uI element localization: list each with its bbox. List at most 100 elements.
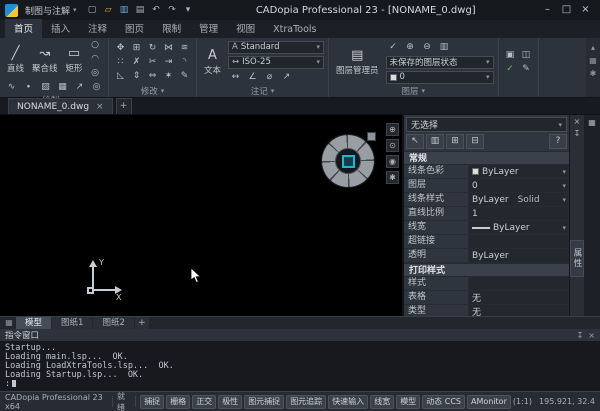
angular-dimension-icon[interactable]: ∠ <box>245 71 260 84</box>
move-tool-icon[interactable]: ✥ <box>113 42 128 55</box>
text-tool-button[interactable]: A 文本 <box>201 48 224 76</box>
check-icon[interactable]: ✓ <box>503 63 518 76</box>
toggle-amonitor[interactable]: AMonitor <box>467 395 511 409</box>
layer-dropdown[interactable]: 0 ▾ <box>468 179 569 192</box>
layer-state-dropdown[interactable]: 未保存的图层状态 ▾ <box>386 56 494 69</box>
pin-icon[interactable]: ↧ <box>574 130 581 138</box>
lineweight-dropdown[interactable]: ByLayer ▾ <box>468 221 569 234</box>
toggle-grid[interactable]: 栅格 <box>166 395 190 409</box>
fillet-tool-icon[interactable]: ◝ <box>177 56 192 69</box>
add-layout-button[interactable]: + <box>135 317 149 329</box>
remove-selection-button[interactable]: ⊟ <box>466 134 484 149</box>
ribbon-tab-view[interactable]: 视图 <box>227 19 264 38</box>
layout-menu-icon[interactable]: ▦ <box>3 317 15 329</box>
transparency-field[interactable]: ByLayer <box>468 249 569 262</box>
circle-tool-icon[interactable]: ○ <box>88 39 103 52</box>
explode-tool-icon[interactable]: ✶ <box>161 70 176 83</box>
linestyle-dropdown[interactable]: ByLayer Solid ▾ <box>468 193 569 206</box>
arc-tool-icon[interactable]: ◠ <box>88 53 103 66</box>
linear-dimension-icon[interactable]: ↔ <box>228 71 243 84</box>
dim-style-dropdown[interactable]: ↔ ISO-25 ▾ <box>228 56 324 69</box>
zoom-fit-icon[interactable]: ⊙ <box>386 139 399 152</box>
redo-icon[interactable]: ↷ <box>167 5 178 15</box>
ribbon-tab-manage[interactable]: 管理 <box>190 19 227 38</box>
new-file-icon[interactable]: ▢ <box>87 5 98 15</box>
undo-icon[interactable]: ↶ <box>151 5 162 15</box>
quick-select-button[interactable]: ▥ <box>426 134 444 149</box>
chamfer-tool-icon[interactable]: ◺ <box>113 70 128 83</box>
linecolor-dropdown[interactable]: ByLayer ▾ <box>468 165 569 178</box>
trim-tool-icon[interactable]: ✂ <box>145 56 160 69</box>
grid-icon[interactable]: ▦ <box>589 56 597 65</box>
donut-tool-icon[interactable]: ◎ <box>89 81 104 94</box>
ribbon-tab-annotate[interactable]: 注释 <box>79 19 116 38</box>
layer-manager-button[interactable]: ▤ 图层管理员 <box>333 48 382 76</box>
rectangle-tool-button[interactable]: ▭ 矩形 <box>63 46 86 74</box>
leader-tool-icon[interactable]: ↗ <box>279 71 294 84</box>
scale-tool-icon[interactable]: ⇕ <box>129 70 144 83</box>
printtable-field[interactable]: 无 <box>468 291 569 304</box>
offset-tool-icon[interactable]: ≋ <box>177 42 192 55</box>
linescale-field[interactable]: 1 <box>468 207 569 220</box>
ribbon-tab-constrain[interactable]: 限制 <box>153 19 190 38</box>
toggle-dynamic-ccs[interactable]: 动态 CCS <box>422 395 465 409</box>
gear-icon[interactable]: ✱ <box>386 171 399 184</box>
close-icon[interactable]: × <box>588 331 595 340</box>
toggle-ortho[interactable]: 正交 <box>192 395 216 409</box>
ribbon-tab-xtratools[interactable]: XtraTools <box>264 22 325 38</box>
polyline-tool-button[interactable]: ↝ 聚合线 <box>29 46 61 74</box>
tab-sheet2[interactable]: 图纸2 <box>93 317 133 329</box>
tab-sheet1[interactable]: 图纸1 <box>52 317 92 329</box>
section-header-general[interactable]: 常规 <box>404 151 569 165</box>
toggle-polar[interactable]: 极性 <box>218 395 242 409</box>
ribbon-tab-insert[interactable]: 插入 <box>42 19 79 38</box>
block-tool-icon[interactable]: ▣ <box>503 49 518 62</box>
workspace-switcher[interactable]: 制图与注解 ▾ <box>22 3 80 18</box>
layer-on-icon[interactable]: ✓ <box>386 41 401 54</box>
print-icon[interactable]: ▤ <box>135 5 146 15</box>
nav-wheel-icon[interactable]: ◉ <box>386 155 399 168</box>
navigation-wheel[interactable] <box>322 135 374 187</box>
rotate-tool-icon[interactable]: ↻ <box>145 42 160 55</box>
annotation-group-label[interactable]: 注记 ▾ <box>197 85 328 97</box>
diameter-dimension-icon[interactable]: ⌀ <box>262 71 277 84</box>
command-history[interactable]: Startup... Loading main.lsp... OK. Loadi… <box>0 342 600 391</box>
ray-tool-icon[interactable]: ↗ <box>72 81 87 94</box>
toggle-esnap[interactable]: 图元捕捉 <box>244 395 284 409</box>
qat-more-icon[interactable]: ▾ <box>183 5 194 15</box>
zoom-window-icon[interactable]: ⊕ <box>386 123 399 136</box>
close-button[interactable]: × <box>576 1 595 19</box>
save-icon[interactable]: ▥ <box>119 5 130 15</box>
app-logo-icon[interactable] <box>5 4 18 17</box>
stretch-tool-icon[interactable]: ⇔ <box>145 70 160 83</box>
text-style-dropdown[interactable]: A Standard ▾ <box>228 41 324 54</box>
navigation-wheel-close-button[interactable] <box>367 132 376 141</box>
ribbon-tab-sheet[interactable]: 图页 <box>116 19 153 38</box>
toggle-quickinput[interactable]: 快速输入 <box>328 395 368 409</box>
layer-isolate-icon[interactable]: ▥ <box>437 41 452 54</box>
command-window-titlebar[interactable]: 指令窗口 ↧ × <box>0 329 600 342</box>
toggle-snap[interactable]: 捕捉 <box>140 395 164 409</box>
document-tab[interactable]: NONAME_0.dwg × <box>8 98 113 114</box>
toggle-etrack[interactable]: 图元追踪 <box>286 395 326 409</box>
layer-add-icon[interactable]: ⊕ <box>403 41 418 54</box>
pin-icon[interactable]: ↧ <box>577 331 584 340</box>
region-tool-icon[interactable]: ▦ <box>55 81 70 94</box>
edit-tool-icon[interactable]: ✎ <box>177 70 192 83</box>
open-file-icon[interactable]: ▱ <box>103 5 114 15</box>
printstyle-field[interactable] <box>468 277 569 290</box>
properties-side-tab[interactable]: 属性 <box>570 240 584 277</box>
grid-icon[interactable]: ▦ <box>588 119 596 127</box>
hatch-tool-icon[interactable]: ▨ <box>38 81 53 94</box>
spline-tool-icon[interactable]: ∿ <box>4 81 19 94</box>
select-entities-button[interactable]: ↖ <box>406 134 424 149</box>
close-icon[interactable]: × <box>574 118 581 126</box>
layer-off-icon[interactable]: ⊖ <box>420 41 435 54</box>
ribbon-tab-home[interactable]: 首页 <box>5 19 42 38</box>
insert-block-icon[interactable]: ◫ <box>519 49 534 62</box>
selection-dropdown[interactable]: 无选择 ▾ <box>406 117 567 132</box>
modify-group-label[interactable]: 修改 ▾ <box>109 85 196 97</box>
tab-model[interactable]: 模型 <box>16 317 51 329</box>
section-header-printstyle[interactable]: 打印样式 <box>404 263 569 277</box>
add-selection-button[interactable]: ⊞ <box>446 134 464 149</box>
